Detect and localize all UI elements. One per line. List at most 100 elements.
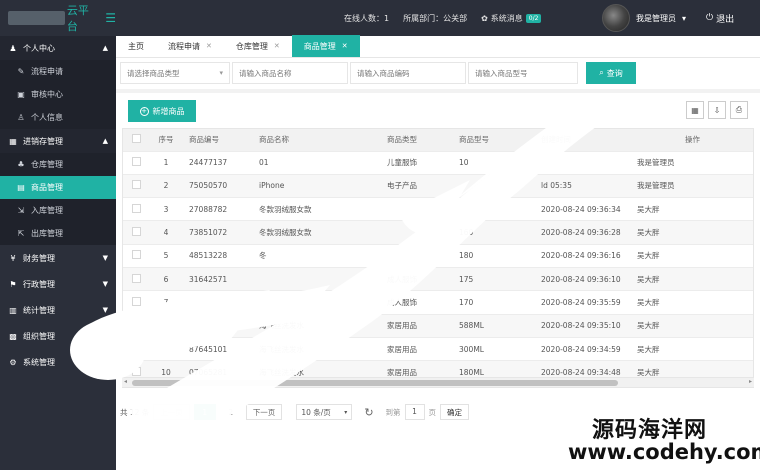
export-icon[interactable]: ⇩ (708, 101, 726, 119)
add-product-button[interactable]: + 新增商品 (128, 100, 196, 122)
operator: 吴大胖 (637, 337, 753, 362)
table-row[interactable]: 4 73851072 冬款羽绒服女款 160 2020-08-24 09:36:28 吴大… (123, 220, 753, 245)
row-checkbox-cell[interactable] (123, 267, 149, 292)
sidebar-group-org[interactable]: ▩ 组织管理 (0, 323, 116, 349)
tab-label: 仓库管理 (235, 41, 268, 51)
table-row[interactable]: 5 48513228 冬 180 2020-08-24 09:36:16 吴大胖 (123, 244, 753, 268)
scroll-left-icon[interactable]: ◂ (124, 378, 127, 385)
operator: 吴大胖 (637, 290, 753, 315)
table-row[interactable]: 2 75050570 iPhone 电子产品 ld 05:35 我是管理员 (123, 174, 753, 199)
select-all-checkbox[interactable] (131, 134, 141, 144)
product-model (453, 174, 535, 199)
row-checkbox-cell[interactable] (123, 244, 149, 268)
horizontal-scrollbar[interactable]: ◂ ▸ (122, 377, 754, 387)
sidebar-item-profile[interactable]: ♙ 个人信息 (0, 106, 116, 129)
row-checkbox[interactable] (131, 157, 141, 167)
tab-product[interactable]: 商品管理 ✕ (291, 35, 360, 57)
sidebar-item-label: 入库管理 (31, 206, 63, 215)
product-type: 成人服饰 (381, 290, 453, 315)
sidebar-item-flow-apply[interactable]: ✎ 流程申请 (0, 60, 116, 83)
refresh-icon[interactable]: ↻ (364, 406, 373, 419)
row-index: 4 (149, 220, 183, 245)
row-checkbox-cell[interactable] (123, 151, 149, 175)
sidebar-group-finance[interactable]: ¥ 财务管理 ▼ (0, 245, 116, 271)
row-checkbox[interactable] (131, 250, 141, 260)
created-time: ld 05:35 (535, 174, 637, 199)
next-page-button[interactable]: 下一页 (245, 404, 283, 420)
product-code: 31642571 (183, 267, 253, 292)
product-name-input[interactable]: 请输入商品名称 (232, 62, 348, 84)
page-1-button[interactable]: 1 (193, 404, 216, 420)
sidebar-item-inbound[interactable]: ⇲ 入库管理 (0, 199, 116, 222)
row-checkbox-cell[interactable] (123, 290, 149, 315)
scroll-thumb[interactable] (132, 380, 618, 386)
table-row[interactable]: 海飞丝洗发水 家居用品 588ML 2020-08-24 09:35:10 吴大胖 (123, 314, 753, 338)
system-message[interactable]: ✿ 系统消息 0/2 (481, 13, 542, 24)
product-name: 冬款羽绒服女款 (253, 220, 381, 245)
sidebar-group-admin[interactable]: ⚑ 行政管理 ▼ (0, 271, 116, 297)
row-checkbox[interactable] (131, 343, 141, 353)
row-checkbox[interactable] (131, 366, 141, 376)
sidebar-group-system[interactable]: ⚙ 系统管理 (0, 349, 116, 375)
list-icon[interactable]: ☰ (105, 11, 116, 25)
tab-home[interactable]: 主页 (116, 35, 156, 57)
row-index: 1 (149, 151, 183, 175)
logout-button[interactable]: ⏻ 退出 (706, 0, 734, 36)
message-badge: 0/2 (525, 13, 542, 23)
sidebar-group-stats[interactable]: ▥ 统计管理 ▼ (0, 297, 116, 323)
print-icon[interactable]: ⎙ (730, 101, 748, 119)
table-row[interactable]: 3 27088782 冬款羽绒服女款 2020-08-24 09:36:34 吴大胖 (123, 197, 753, 222)
sidebar-item-outbound[interactable]: ⇱ 出库管理 (0, 222, 116, 245)
sidebar-group-inventory[interactable]: ▦ 进销存管理 ▲ (0, 129, 116, 153)
tab-warehouse[interactable]: 仓库管理 ✕ (224, 35, 292, 57)
header-checkbox-cell[interactable] (123, 129, 149, 152)
operator: 吴大胖 (637, 220, 753, 245)
product-model: 300ML (453, 337, 535, 362)
row-checkbox-cell[interactable] (123, 337, 149, 362)
table-row[interactable]: 1 24477137 01 儿童服饰 10 我是管理员 (123, 151, 753, 175)
product-model: 588ML (453, 314, 535, 338)
person-icon: ♙ (17, 113, 25, 122)
row-checkbox[interactable] (131, 320, 141, 330)
table-row[interactable]: 7 成人服饰 170 2020-08-24 09:35:59 吴大胖 (123, 290, 753, 315)
close-icon[interactable]: ✕ (342, 42, 348, 50)
row-index: 2 (149, 174, 183, 199)
row-checkbox-cell[interactable] (123, 314, 149, 338)
sidebar-item-product[interactable]: ▤ 商品管理 (0, 176, 116, 199)
close-icon[interactable]: ✕ (274, 42, 280, 50)
table-row[interactable]: 6 31642571 成人服饰 175 2020-08-24 09:36:10 吴大胖 (123, 267, 753, 292)
table-row[interactable]: 87645101 海飞丝洗发水 家居用品 300ML 2020-08-24 09:34:… (123, 337, 753, 362)
add-product-label: 新增商品 (152, 106, 185, 116)
product-name-placeholder: 请输入商品名称 (239, 68, 292, 78)
user-menu[interactable]: 我是管理员 ▾ (602, 4, 686, 32)
row-checkbox-cell[interactable] (123, 220, 149, 245)
product-code-input[interactable]: 请输入商品编码 (350, 62, 466, 84)
row-checkbox-cell[interactable] (123, 197, 149, 222)
row-checkbox[interactable] (131, 273, 141, 283)
row-checkbox-cell[interactable] (123, 174, 149, 199)
product-code (183, 290, 253, 315)
goto-confirm-button[interactable]: 确定 (440, 404, 470, 420)
row-checkbox[interactable] (131, 180, 141, 190)
created-time: 2020-08-24 09:36:28 (535, 220, 637, 245)
product-model-input[interactable]: 请输入商品型号 (468, 62, 578, 84)
row-checkbox[interactable] (131, 203, 141, 213)
sidebar-item-audit[interactable]: ▣ 审核中心 (0, 83, 116, 106)
page-2-button[interactable]: 2 (219, 404, 242, 420)
scroll-right-icon[interactable]: ▸ (749, 378, 752, 385)
row-checkbox[interactable] (131, 296, 141, 306)
search-button[interactable]: ⌕ 查询 (586, 62, 636, 84)
prev-page-button[interactable]: 上一页 (153, 404, 190, 420)
page-size-select[interactable]: 10 条/页 ▾ (296, 404, 353, 420)
tab-flow-apply[interactable]: 流程申请 ✕ (156, 35, 224, 57)
sidebar-group-personal[interactable]: ♟ 个人中心 ▲ (0, 36, 116, 60)
product-type (381, 197, 453, 222)
close-icon[interactable]: ✕ (206, 42, 212, 50)
row-checkbox[interactable] (131, 227, 141, 237)
columns-icon[interactable]: ▦ (686, 101, 704, 119)
goto-page-input[interactable]: 1 (404, 404, 425, 420)
row-index: 3 (149, 197, 183, 222)
product-type: 儿童服饰 (381, 151, 453, 175)
product-type-select[interactable]: 请选择商品类型 ▾ (120, 62, 230, 84)
sidebar-item-warehouse[interactable]: ♣ 仓库管理 (0, 153, 116, 176)
